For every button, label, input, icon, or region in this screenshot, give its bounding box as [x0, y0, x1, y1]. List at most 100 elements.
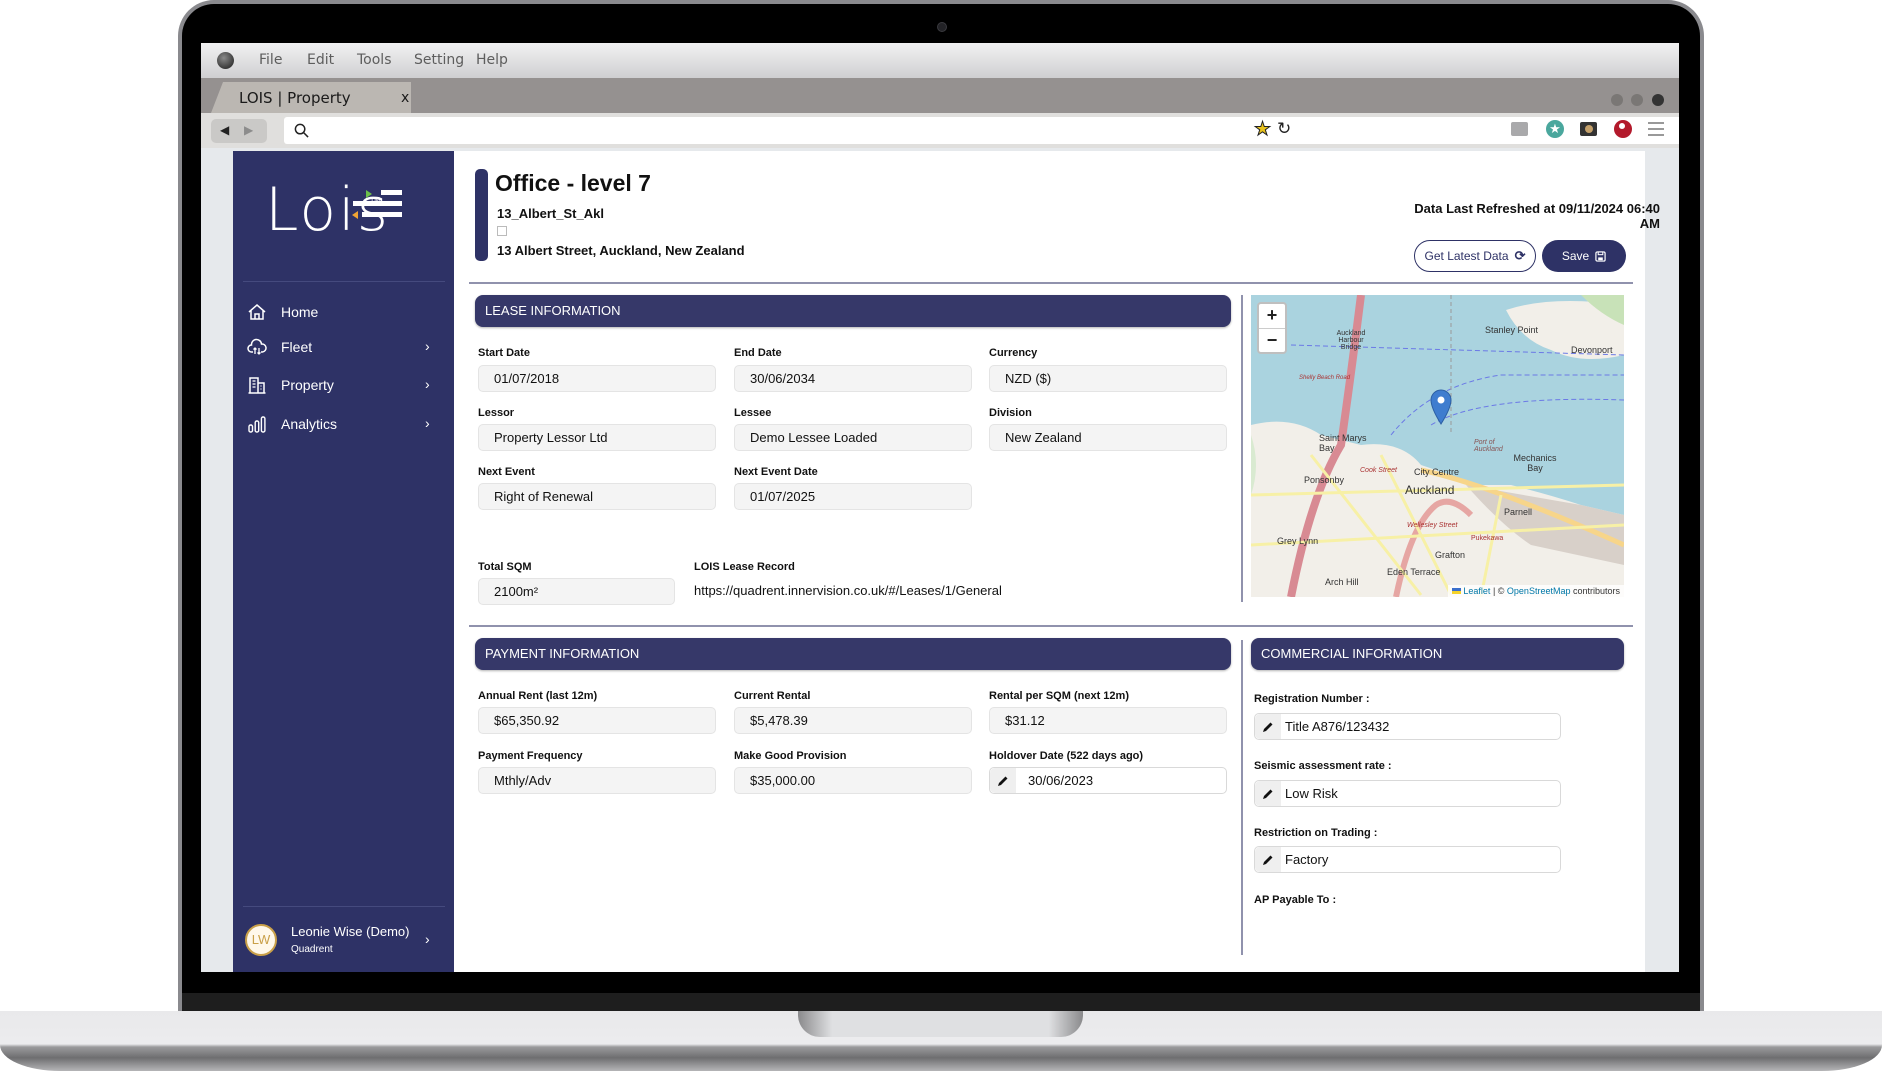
edit-button[interactable]: [1255, 847, 1281, 872]
field-label: Next Event Date: [734, 466, 818, 478]
page-title: Office - level 7: [495, 170, 651, 196]
field-input[interactable]: $65,350.92: [478, 707, 716, 734]
field-input[interactable]: 30/06/2034: [734, 365, 972, 392]
extension-red-icon[interactable]: [1614, 120, 1632, 138]
window-close-button[interactable]: [1652, 94, 1664, 106]
forward-button[interactable]: ▶: [244, 123, 253, 137]
property-address: 13 Albert Street, Auckland, New Zealand: [497, 243, 745, 258]
ukraine-flag-icon: [1451, 588, 1461, 594]
field-label: Annual Rent (last 12m): [478, 690, 598, 702]
url-input[interactable]: ★ ↻: [284, 117, 1679, 144]
chevron-right-icon: ›: [425, 338, 430, 354]
sidebar-item-label: Analytics: [281, 416, 338, 432]
title-accent-bar: [475, 169, 488, 261]
field-input[interactable]: $35,000.00: [734, 767, 972, 794]
field-label: Lessee: [734, 407, 772, 419]
pencil-icon: [1263, 855, 1273, 865]
field-input[interactable]: $31.12: [989, 707, 1227, 734]
sidebar-item-property[interactable]: Property ›: [233, 367, 454, 401]
map[interactable]: Stanley Point Devonport Auckland Harbour…: [1251, 295, 1624, 597]
field-value: 30/06/2023: [1028, 773, 1094, 788]
cloud-icon: [247, 338, 267, 355]
home-icon: [248, 304, 266, 320]
get-latest-data-button[interactable]: Get Latest Data ⟳: [1414, 240, 1536, 272]
commercial-field-input[interactable]: Title A876/123432: [1254, 713, 1561, 740]
building-icon: [248, 377, 266, 394]
copy-icon[interactable]: [497, 226, 507, 236]
field-label: Start Date: [478, 347, 530, 359]
holdover-date-input[interactable]: 30/06/2023: [989, 767, 1227, 794]
last-refreshed: Data Last Refreshed at 09/11/2024 06:40 …: [1414, 201, 1660, 231]
map-zoom-out-button[interactable]: −: [1259, 329, 1285, 353]
save-button[interactable]: Save: [1542, 240, 1626, 272]
sidebar-item-analytics[interactable]: Analytics ›: [233, 406, 454, 440]
menu-file[interactable]: File: [259, 52, 282, 68]
tab-title[interactable]: LOIS | Property: [239, 89, 351, 107]
lease-info-header: LEASE INFORMATION: [475, 295, 1231, 327]
lease-record-link[interactable]: https://quadrent.innervision.co.uk/#/Lea…: [694, 583, 1002, 598]
map-label: Grafton: [1435, 550, 1466, 560]
user-profile[interactable]: LW Leonie Wise (Demo) Quadrent ›: [233, 911, 454, 967]
map-label: Mechanics Bay: [1513, 453, 1557, 473]
map-label: Pukekawa: [1471, 535, 1504, 542]
commercial-field-input[interactable]: Factory: [1254, 846, 1561, 873]
window-maximize-button[interactable]: [1631, 94, 1643, 106]
map-label: Cook Street: [1360, 467, 1397, 474]
field-label: Seismic assessment rate :: [1254, 760, 1392, 772]
window-minimize-button[interactable]: [1611, 94, 1623, 106]
sidebar-divider: [243, 906, 445, 907]
sidebar-item-home[interactable]: Home: [233, 294, 454, 328]
commercial-field-input[interactable]: Low Risk: [1254, 780, 1561, 807]
save-label: Save: [1561, 249, 1590, 263]
attribution-separator: | ©: [1490, 586, 1507, 596]
field-label: Currency: [989, 347, 1038, 359]
sidebar-divider: [243, 281, 445, 282]
field-input[interactable]: Right of Renewal: [478, 483, 716, 510]
lease-record-label: LOIS Lease Record: [694, 561, 795, 573]
field-input[interactable]: 01/07/2018: [478, 365, 716, 392]
osm-link[interactable]: OpenStreetMap: [1507, 586, 1571, 596]
field-input[interactable]: 01/07/2025: [734, 483, 972, 510]
field-input[interactable]: $5,478.39: [734, 707, 972, 734]
map-label: Parnell: [1504, 507, 1533, 517]
edit-button[interactable]: [1255, 781, 1281, 806]
map-label: Port of Auckland: [1474, 439, 1503, 453]
sidebar: Lois TM Home Fleet › Property: [233, 151, 454, 972]
app: Lois TM Home Fleet › Property: [201, 148, 1679, 972]
map-zoom-in-button[interactable]: +: [1259, 304, 1285, 329]
field-input[interactable]: Mthly/Adv: [478, 767, 716, 794]
field-input[interactable]: Demo Lessee Loaded: [734, 424, 972, 451]
edit-button[interactable]: [990, 768, 1016, 793]
tab-bar: LOIS | Property x: [201, 78, 1679, 113]
map-label: Auckland: [1405, 483, 1455, 497]
reload-icon[interactable]: ↻: [1277, 119, 1291, 139]
sidebar-item-fleet[interactable]: Fleet ›: [233, 329, 454, 363]
screen: File Edit Tools Setting Help LOIS | Prop…: [201, 43, 1679, 972]
total-sqm-field[interactable]: 2100m²: [478, 578, 675, 605]
user-org: Quadrent: [291, 944, 333, 955]
menu-tools[interactable]: Tools: [357, 52, 392, 68]
extension-gray-icon[interactable]: [1511, 122, 1528, 136]
menu-edit[interactable]: Edit: [307, 52, 334, 68]
extension-star-icon[interactable]: ★: [1546, 120, 1564, 138]
field-input[interactable]: Property Lessor Ltd: [478, 424, 716, 451]
menu-setting[interactable]: Setting: [414, 52, 464, 68]
column-divider: [1241, 295, 1243, 602]
browser-menu-icon[interactable]: [1648, 122, 1664, 136]
tab-close-button[interactable]: x: [401, 90, 409, 106]
menu-help[interactable]: Help: [476, 52, 508, 68]
field-label: Rental per SQM (next 12m): [989, 690, 1129, 702]
total-sqm-label: Total SQM: [478, 561, 532, 573]
user-name: Leonie Wise (Demo): [291, 924, 410, 939]
back-button[interactable]: ◀: [220, 123, 229, 137]
leaflet-link[interactable]: Leaflet: [1463, 586, 1490, 596]
logo: Lois TM: [233, 151, 454, 261]
field-input[interactable]: New Zealand: [989, 424, 1227, 451]
edit-button[interactable]: [1255, 714, 1281, 739]
extension-camera-icon[interactable]: [1580, 122, 1597, 136]
avatar: LW: [245, 924, 277, 956]
field-input[interactable]: NZD ($): [989, 365, 1227, 392]
map-label: Wellesley Street: [1407, 522, 1458, 529]
bookmark-star-icon[interactable]: ★: [1253, 118, 1271, 141]
header-divider: [469, 282, 1633, 284]
